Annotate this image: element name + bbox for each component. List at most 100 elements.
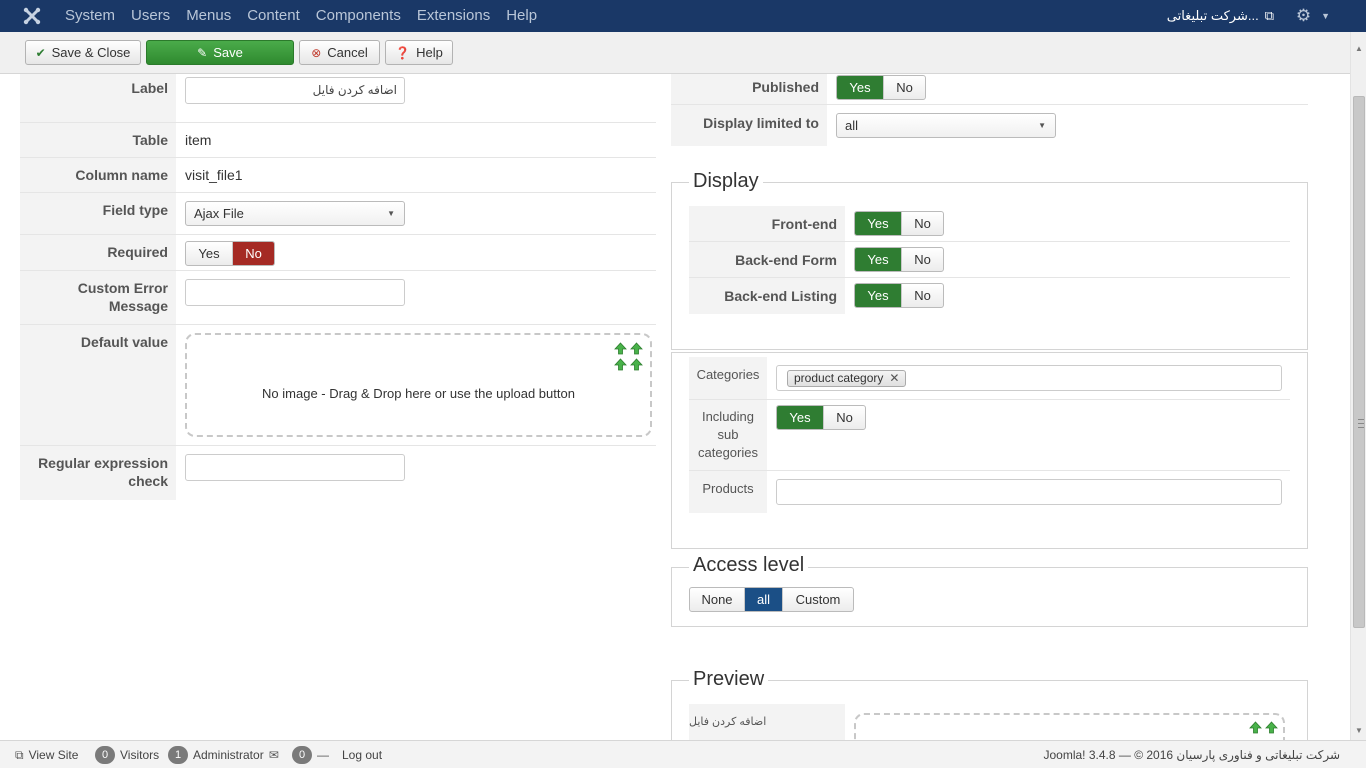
remove-tag-icon[interactable]: ✕ (889, 371, 899, 386)
menu-system[interactable]: System (57, 0, 123, 32)
access-custom[interactable]: Custom (783, 588, 853, 611)
menu-components[interactable]: Components (308, 0, 409, 32)
required-yes[interactable]: Yes (186, 242, 233, 265)
field-type-select[interactable]: Ajax File ▼ (185, 201, 405, 226)
cancel-button[interactable]: ⊗ Cancel (299, 40, 380, 65)
published-yes[interactable]: Yes (837, 76, 884, 99)
visitors-label: Visitors (120, 748, 160, 762)
backend-form-yes[interactable]: Yes (855, 248, 902, 271)
scroll-down-arrow[interactable]: ▼ (1355, 726, 1363, 735)
categories-input[interactable]: product category ✕ (776, 365, 1282, 391)
check-icon: ✔ (35, 45, 46, 60)
preview-label: اضافه کردن فایل (689, 704, 845, 740)
visitors-badge: 0 (95, 746, 115, 764)
site-name: شرکت تبلیغاتی... (1166, 8, 1259, 23)
access-none[interactable]: None (690, 588, 745, 611)
administrator-link[interactable]: 1 Administrator ✉ (168, 741, 279, 768)
admin-navbar: System Users Menus Content Components Ex… (0, 0, 1366, 32)
category-tag-label: product category (794, 371, 884, 385)
upload-icon[interactable] (614, 358, 627, 371)
chevron-down-icon: ▼ (387, 209, 395, 218)
field-type-label: Field type (20, 193, 176, 234)
chevron-down-icon: ▼ (1038, 121, 1046, 130)
access-all[interactable]: all (745, 588, 783, 611)
form-row-label: Label اضافه کردن فایل (20, 74, 656, 123)
vertical-scrollbar[interactable]: ▲ ▼ (1350, 32, 1366, 740)
backend-listing-yes[interactable]: Yes (855, 284, 902, 307)
site-link[interactable]: شرکت تبلیغاتی... ⧉ (1167, 0, 1274, 32)
custom-error-label: Custom Error Message (20, 271, 176, 324)
menu-users[interactable]: Users (123, 0, 178, 32)
upload-icon[interactable] (630, 358, 643, 371)
including-sub-toggle: Yes No (776, 405, 866, 430)
logout-label: Log out (342, 748, 383, 762)
scroll-up-arrow[interactable]: ▲ (1355, 44, 1363, 53)
messages-link[interactable]: 0 — (292, 741, 329, 768)
backend-form-no[interactable]: No (902, 248, 943, 271)
upload-icon (1249, 721, 1262, 734)
save-button[interactable]: ✎ Save (146, 40, 294, 65)
joomla-icon[interactable] (22, 6, 42, 26)
form-row-products: Products (689, 471, 1290, 513)
question-icon: ❓ (395, 45, 411, 60)
required-no[interactable]: No (233, 242, 274, 265)
logout-link[interactable]: Log out (342, 741, 382, 768)
upload-icon[interactable] (614, 342, 627, 355)
published-no[interactable]: No (884, 76, 925, 99)
menu-help[interactable]: Help (498, 0, 545, 32)
backend-listing-label: Back-end Listing (689, 278, 845, 314)
user-menu[interactable]: ⚙ ▼ (1296, 6, 1330, 26)
default-value-label: Default value (20, 325, 176, 445)
save-label: Save (213, 45, 243, 60)
form-row-field-type: Field type Ajax File ▼ (20, 193, 656, 235)
visitors-link[interactable]: 0 Visitors (95, 741, 159, 768)
frontend-yes[interactable]: Yes (855, 212, 902, 235)
file-dropzone[interactable]: No image - Drag & Drop here or use the u… (185, 333, 652, 437)
form-row-frontend: Front-end Yes No (689, 206, 1290, 242)
minus-icon: — (317, 748, 329, 762)
frontend-no[interactable]: No (902, 212, 943, 235)
save-close-label: Save & Close (51, 45, 131, 60)
column-name-label: Column name (20, 158, 176, 192)
form-row-categories: Categories product category ✕ (689, 357, 1290, 400)
display-legend: Display (689, 170, 763, 193)
frontend-toggle: Yes No (854, 211, 944, 236)
custom-error-input[interactable] (185, 279, 405, 306)
upload-icon[interactable] (630, 342, 643, 355)
regex-input[interactable] (185, 454, 405, 481)
view-site-label: View Site (28, 748, 79, 762)
access-level-toggle: None all Custom (689, 587, 854, 612)
copyright-text: Joomla! 3.4.8 — © 2016 شرکت تبلیغاتی و ف… (1043, 748, 1341, 762)
including-sub-label: Including sub categories (689, 400, 767, 470)
form-row-published: Published Yes No (671, 74, 1308, 105)
view-site-link[interactable]: ⧉ View Site (15, 741, 78, 768)
products-input[interactable] (776, 479, 1282, 505)
save-close-button[interactable]: ✔ Save & Close (25, 40, 141, 65)
menu-menus[interactable]: Menus (178, 0, 239, 32)
display-limited-label: Display limited to (671, 105, 827, 146)
required-toggle: Yes No (185, 241, 275, 266)
form-row-required: Required Yes No (20, 235, 656, 271)
menu-extensions[interactable]: Extensions (409, 0, 498, 32)
frontend-label: Front-end (689, 206, 845, 241)
envelope-icon: ✉ (268, 748, 279, 762)
display-limited-select[interactable]: all ▼ (836, 113, 1056, 138)
form-row-including-sub: Including sub categories Yes No (689, 400, 1290, 471)
help-button[interactable]: ❓ Help (385, 40, 453, 65)
label-label: Label (20, 74, 176, 122)
backend-listing-no[interactable]: No (902, 284, 943, 307)
scrollbar-thumb[interactable] (1353, 96, 1365, 628)
chevron-down-icon: ▼ (1321, 11, 1330, 21)
form-row-table: Table item (20, 123, 656, 158)
including-sub-yes[interactable]: Yes (777, 406, 824, 429)
menu-content[interactable]: Content (239, 0, 308, 32)
table-label: Table (20, 123, 176, 157)
external-link-icon: ⧉ (1264, 8, 1274, 23)
label-input[interactable]: اضافه کردن فایل (185, 77, 405, 104)
cancel-label: Cancel (327, 45, 368, 60)
backend-form-label: Back-end Form (689, 242, 845, 277)
including-sub-no[interactable]: No (824, 406, 865, 429)
form-row-custom-error: Custom Error Message (20, 271, 656, 325)
products-label: Products (689, 471, 767, 513)
backend-listing-toggle: Yes No (854, 283, 944, 308)
